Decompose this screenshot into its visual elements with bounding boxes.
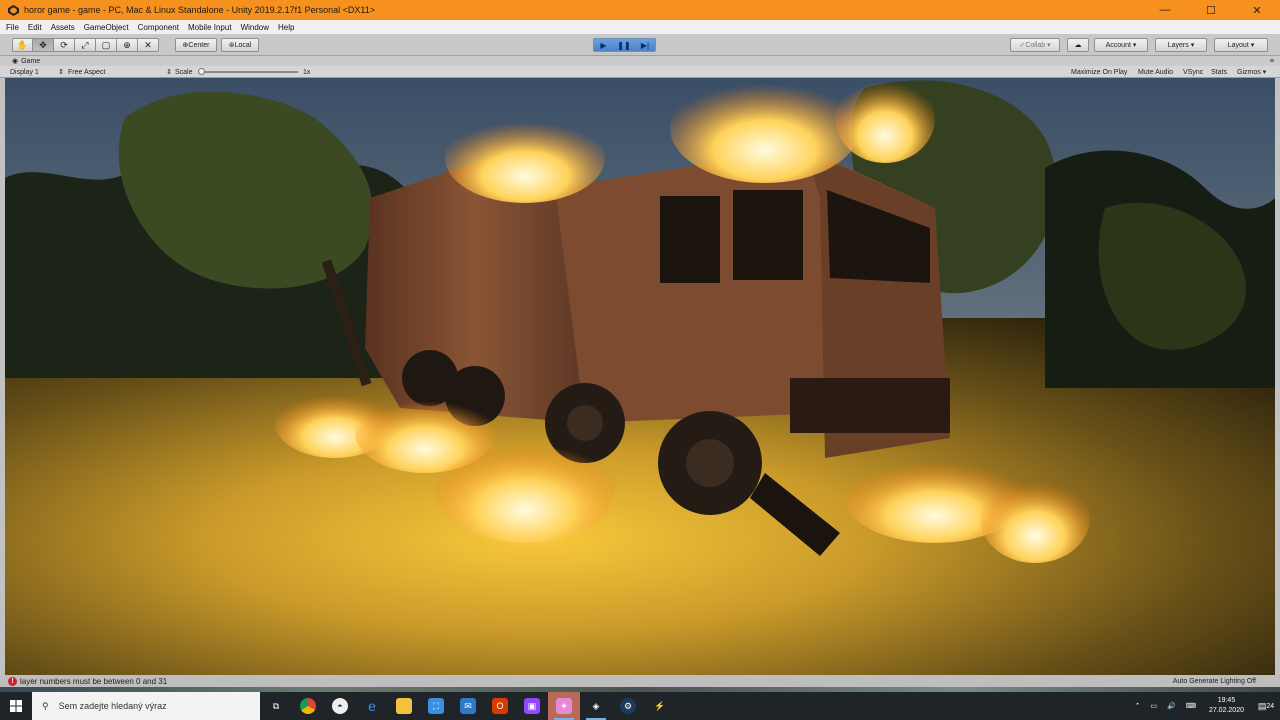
error-icon: ! [8,676,17,686]
menu-bar: File Edit Assets GameObject Component Mo… [0,20,1280,34]
account-label: Account [1105,41,1131,49]
cloud-icon[interactable]: ☁ [1067,38,1089,52]
step-icon[interactable]: ▶| [635,38,656,52]
unity-hub-icon[interactable]: ⚡ [644,692,676,720]
layers-label: Layers [1167,41,1189,49]
game-tab-label: Game [21,57,41,65]
edge-icon[interactable]: e [356,692,388,720]
gizmos-label: Gizmos [1237,68,1261,76]
display-dropdown[interactable]: Display 1 ⇕ [10,67,64,77]
maximize-on-play-toggle[interactable]: Maximize On Play [1071,67,1127,77]
taskbar-search-input[interactable]: ⚲ Sem zadejte hledaný výraz [32,692,260,720]
menu-mobile-input[interactable]: Mobile Input [188,23,232,32]
game-scene-render [5,78,1275,675]
display-label: Display 1 [10,68,39,76]
vsync-toggle[interactable]: VSync [1183,67,1203,77]
game-tab[interactable]: ◉ Game ≡ [0,56,1280,66]
account-dropdown[interactable]: Account ▾ [1094,38,1148,52]
window-titlebar: horor game - game - PC, Mac & Linux Stan… [0,0,1280,20]
rotate-tool-icon[interactable]: ⟳ [54,38,75,52]
scale-slider[interactable] [198,67,298,77]
volume-icon[interactable]: 🔊 [1167,702,1176,710]
gizmos-dropdown[interactable]: Gizmos ▾ [1237,67,1266,77]
game-view-controls: Display 1 ⇕ Free Aspect ⇕ Scale 1x Maximiz… [0,66,1280,78]
close-button[interactable]: ✕ [1234,0,1280,20]
tray-chevron-icon[interactable]: ⌃ [1135,702,1141,710]
chevron-icon: ⇕ [166,69,172,76]
console-status-bar[interactable]: ! layer numbers must be between 0 and 31… [0,675,1280,687]
office-icon[interactable]: O [484,692,516,720]
scale-tool-icon[interactable]: ⤢ [75,38,96,52]
play-controls: ▶ ❚❚ ▶| [593,38,656,52]
store-icon[interactable]: ⛶ [420,692,452,720]
lighting-status: Auto Generate Lighting Off [1172,677,1256,685]
layers-dropdown[interactable]: Layers ▾ [1155,38,1207,52]
menu-file[interactable]: File [6,23,19,32]
menu-component[interactable]: Component [138,23,179,32]
transform-tools: ✋ ✥ ⟳ ⤢ ▢ ⊕ ✕ [12,38,159,52]
play-icon[interactable]: ▶ [593,38,614,52]
app-active-icon[interactable]: ✦ [548,692,580,720]
twitch-icon[interactable]: ▣ [516,692,548,720]
menu-help[interactable]: Help [278,23,294,32]
tab-menu-icon[interactable]: ≡ [1270,58,1274,65]
notification-icon: ▤ [1257,700,1267,711]
menu-window[interactable]: Window [241,23,269,32]
unity-icon[interactable]: ◈ [580,692,612,720]
layout-label: Layout [1227,41,1249,49]
search-icon: ⚲ [42,700,49,711]
mute-audio-toggle[interactable]: Mute Audio [1138,67,1173,77]
rect-tool-icon[interactable]: ▢ [96,38,117,52]
pivot-mode-label: Center [188,41,210,49]
scale-value: 1x [303,68,311,76]
mail-icon[interactable]: ✉ [452,692,484,720]
hand-tool-icon[interactable]: ✋ [12,38,33,52]
layout-dropdown[interactable]: Layout ▾ [1214,38,1268,52]
window-title: horor game - game - PC, Mac & Linux Stan… [24,5,376,15]
system-tray: ⌃ ▭ 🔊 ⌨ 19:45 27.02.2020 ▤ 24 [1130,692,1280,720]
clock-date: 27.02.2020 [1208,707,1244,714]
pivot-rotation-label: Local [234,41,252,49]
taskbar-clock[interactable]: 19:45 27.02.2020 [1209,696,1244,716]
windows-start-icon[interactable] [0,692,32,720]
app-icon[interactable]: ◓ [324,692,356,720]
move-tool-icon[interactable]: ✥ [33,38,54,52]
main-toolbar: ✋ ✥ ⟳ ⤢ ▢ ⊕ ✕ ⊕ Center ⊛ Local ▶ ❚❚ ▶| ✓ Co… [0,34,1280,56]
minimize-button[interactable]: — [1142,0,1188,20]
pivot-mode-button[interactable]: ⊕ Center [175,38,217,52]
scale-label: Scale [175,68,193,76]
language-icon[interactable]: ⌨ [1186,702,1196,710]
collab-label: Collab ▾ [1025,42,1051,49]
game-viewport[interactable] [5,78,1275,675]
aspect-dropdown[interactable]: Free Aspect ⇕ [68,67,172,77]
pivot-rotation-button[interactable]: ⊛ Local [221,38,259,52]
transform-tool-icon[interactable]: ⊕ [117,38,138,52]
collab-button[interactable]: ✓ Collab ▾ [1010,38,1060,52]
pause-icon[interactable]: ❚❚ [614,38,635,52]
file-explorer-icon[interactable] [388,692,420,720]
network-icon[interactable]: ▭ [1151,702,1158,710]
notification-center-button[interactable]: ▤ 24 [1252,701,1280,712]
clock-time: 19:45 [1217,697,1236,704]
unity-logo-icon [8,4,19,16]
custom-tool-icon[interactable]: ✕ [138,38,159,52]
game-tab-icon: ◉ [12,58,19,65]
search-placeholder: Sem zadejte hledaný výraz [58,701,167,711]
menu-gameobject[interactable]: GameObject [84,23,129,32]
stats-toggle[interactable]: Stats [1211,67,1227,77]
chrome-icon[interactable] [292,692,324,720]
scale-slider-thumb[interactable] [198,68,205,75]
console-message[interactable]: layer numbers must be between 0 and 31 [20,677,167,686]
maximize-button[interactable]: ☐ [1188,0,1234,20]
notification-count: 24 [1266,702,1275,710]
windows-taskbar: ⚲ Sem zadejte hledaný výraz ⧉ ◓ e ⛶ ✉ O … [0,692,1280,720]
steam-icon[interactable]: ⚙ [612,692,644,720]
menu-assets[interactable]: Assets [51,23,75,32]
scale-slider-track [198,68,298,75]
task-view-icon[interactable]: ⧉ [260,692,292,720]
aspect-label: Free Aspect [68,68,106,76]
menu-edit[interactable]: Edit [28,23,42,32]
chevron-icon: ⇕ [58,69,64,76]
